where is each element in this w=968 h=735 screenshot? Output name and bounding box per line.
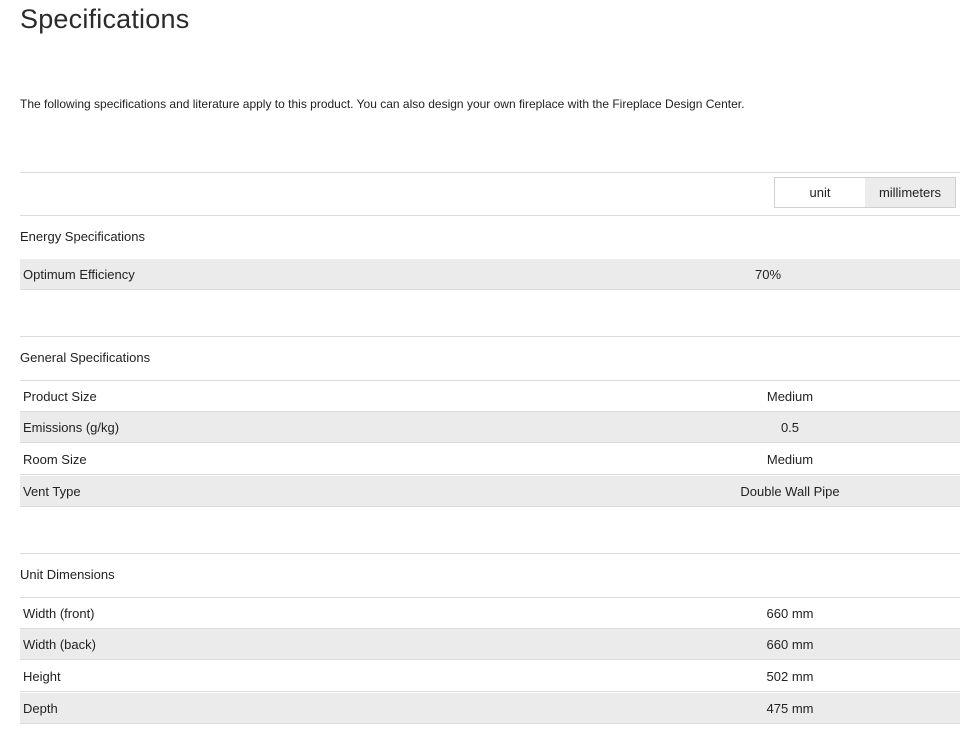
spec-value: Medium	[766, 388, 814, 404]
spec-value: 660 mm	[766, 605, 814, 621]
divider	[20, 215, 960, 216]
spec-value: 475 mm	[766, 700, 814, 716]
page-title: Specifications	[20, 4, 190, 34]
section-title-general: General Specifications	[20, 350, 151, 365]
spec-label: Room Size	[23, 451, 87, 467]
intro-text: The following specifications and literat…	[20, 97, 745, 111]
section-title-energy: Energy Specifications	[20, 229, 146, 244]
spec-row-depth: Depth 475 mm	[20, 693, 960, 724]
section-title-dimensions: Unit Dimensions	[20, 567, 115, 582]
spec-label: Emissions (g/kg)	[23, 419, 120, 435]
unit-option-millimeters[interactable]: millimeters	[865, 178, 955, 207]
spec-value: 0.5	[780, 419, 800, 435]
divider	[20, 336, 960, 337]
spec-label: Height	[23, 668, 61, 684]
spec-label: Width (front)	[23, 605, 95, 621]
divider	[20, 172, 960, 173]
unit-option-unit[interactable]: unit	[775, 178, 865, 207]
spec-row-optimum-efficiency: Optimum Efficiency 70%	[20, 259, 960, 290]
spec-label: Optimum Efficiency	[23, 266, 135, 282]
spec-label: Width (back)	[23, 636, 96, 652]
spec-label: Vent Type	[23, 483, 81, 499]
spec-row-room-size: Room Size Medium	[20, 444, 960, 475]
spec-value: Double Wall Pipe	[740, 483, 840, 499]
spec-row-width-front: Width (front) 660 mm	[20, 598, 960, 629]
spec-row-height: Height 502 mm	[20, 661, 960, 692]
spec-row-emissions: Emissions (g/kg) 0.5	[20, 412, 960, 443]
spec-value: 660 mm	[766, 636, 814, 652]
spec-value: Medium	[766, 451, 814, 467]
divider	[20, 553, 960, 554]
spec-row-vent-type: Vent Type Double Wall Pipe	[20, 476, 960, 507]
spec-row-product-size: Product Size Medium	[20, 381, 960, 412]
spec-row-width-back: Width (back) 660 mm	[20, 629, 960, 660]
spec-label: Product Size	[23, 388, 97, 404]
spec-label: Depth	[23, 700, 58, 716]
spec-value: 70%	[754, 266, 782, 282]
unit-toggle[interactable]: unit millimeters	[774, 177, 956, 208]
spec-value: 502 mm	[766, 668, 814, 684]
